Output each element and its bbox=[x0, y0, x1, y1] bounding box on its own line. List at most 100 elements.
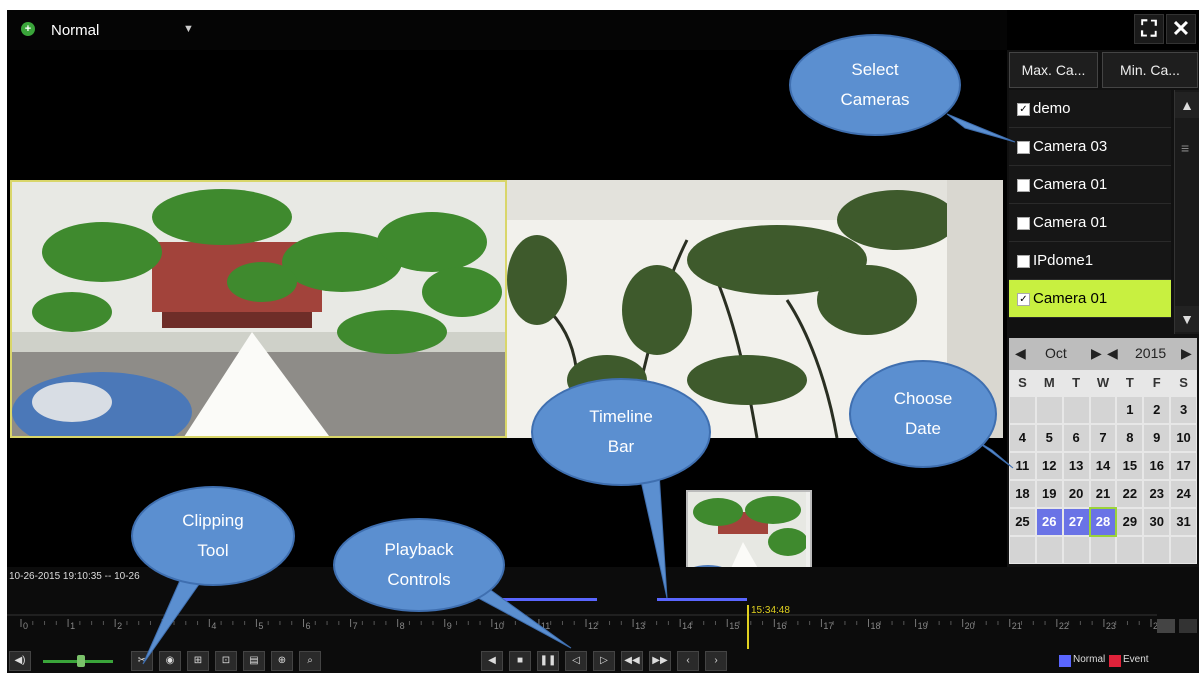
scroll-up-icon[interactable]: ▲ bbox=[1175, 92, 1199, 118]
camera-row[interactable]: Camera 03 bbox=[1009, 128, 1171, 166]
step-back-icon[interactable]: ◁ bbox=[565, 651, 587, 671]
fullscreen-icon[interactable]: ⛶ bbox=[1134, 14, 1164, 44]
volume-icon[interactable]: ◀) bbox=[9, 651, 31, 671]
hour-label: 19 bbox=[918, 621, 928, 631]
callout-timeline-bar: Timeline Bar bbox=[531, 378, 711, 486]
calendar-day[interactable]: 27 bbox=[1063, 509, 1089, 535]
pause-icon[interactable]: ❚❚ bbox=[537, 651, 559, 671]
hour-label: 9 bbox=[447, 621, 452, 631]
calendar-day[interactable]: 30 bbox=[1144, 509, 1170, 535]
next-month-icon[interactable]: ▶ bbox=[1091, 345, 1102, 362]
calendar-day[interactable]: 29 bbox=[1117, 509, 1143, 535]
min-cameras-button[interactable]: Min. Ca... bbox=[1102, 52, 1198, 88]
calendar-day[interactable]: 4 bbox=[1010, 425, 1035, 451]
video-tile-1[interactable] bbox=[10, 180, 507, 438]
prev-year-icon[interactable]: ◀ bbox=[1107, 345, 1118, 362]
next-year-icon[interactable]: ▶ bbox=[1181, 345, 1192, 362]
calendar-day[interactable]: 17 bbox=[1171, 453, 1196, 479]
scroll-handle-icon[interactable]: ≡ bbox=[1181, 140, 1193, 156]
volume-handle[interactable] bbox=[77, 655, 85, 667]
calendar-day[interactable]: 11 bbox=[1010, 453, 1035, 479]
calendar-day[interactable]: 22 bbox=[1117, 481, 1143, 507]
hour-label: 21 bbox=[1012, 621, 1022, 631]
calendar-day[interactable]: 28 bbox=[1088, 507, 1118, 537]
checkbox-icon[interactable] bbox=[1017, 178, 1030, 192]
recording-segment bbox=[657, 598, 747, 601]
calendar-day[interactable]: 6 bbox=[1063, 425, 1089, 451]
checkbox-icon[interactable] bbox=[1017, 254, 1030, 268]
calendar-day[interactable]: 9 bbox=[1144, 425, 1170, 451]
search-icon[interactable]: ⌕ bbox=[299, 651, 321, 671]
zoom-out-icon[interactable] bbox=[1179, 619, 1197, 633]
calendar-day[interactable]: 26 bbox=[1036, 509, 1062, 535]
camera-label: Camera 03 bbox=[1033, 138, 1108, 155]
calendar-day[interactable]: 2 bbox=[1144, 397, 1170, 423]
calendar-day[interactable]: 15 bbox=[1117, 453, 1143, 479]
digital-zoom-icon[interactable]: ⊕ bbox=[271, 651, 293, 671]
camera-row[interactable]: ✓ demo bbox=[1009, 90, 1171, 128]
checkbox-icon[interactable] bbox=[1017, 216, 1030, 230]
mode-add-icon[interactable]: + bbox=[21, 22, 35, 36]
calendar-day[interactable]: 25 bbox=[1010, 509, 1035, 535]
calendar-day[interactable]: 10 bbox=[1171, 425, 1196, 451]
prev-day-icon[interactable]: ‹ bbox=[677, 651, 699, 671]
calendar-day[interactable]: 19 bbox=[1036, 481, 1062, 507]
chevron-down-icon[interactable]: ▼ bbox=[183, 23, 194, 35]
calendar-day[interactable]: 7 bbox=[1090, 425, 1116, 451]
weekday-label: S bbox=[1018, 375, 1027, 390]
reverse-play-icon[interactable]: ◀ bbox=[481, 651, 503, 671]
file-icon[interactable]: ▤ bbox=[243, 651, 265, 671]
scissors-icon[interactable]: ✂ bbox=[131, 651, 153, 671]
tag-icon[interactable]: ⊞ bbox=[187, 651, 209, 671]
fast-icon[interactable]: ▶▶ bbox=[649, 651, 671, 671]
prev-month-icon[interactable]: ◀ bbox=[1015, 345, 1026, 362]
scroll-down-icon[interactable]: ▼ bbox=[1175, 306, 1199, 332]
step-forward-icon[interactable]: ▷ bbox=[593, 651, 615, 671]
calendar-day[interactable]: 8 bbox=[1117, 425, 1143, 451]
calendar-day[interactable]: 1 bbox=[1117, 397, 1143, 423]
calendar-empty-cell bbox=[1036, 537, 1062, 563]
hour-label: 24 bbox=[1153, 621, 1163, 631]
weekday-label: F bbox=[1152, 375, 1161, 390]
snapshot-icon[interactable]: ◉ bbox=[159, 651, 181, 671]
hour-label: 16 bbox=[776, 621, 786, 631]
next-day-icon[interactable]: › bbox=[705, 651, 727, 671]
lock-icon[interactable]: ⊡ bbox=[215, 651, 237, 671]
calendar-day[interactable]: 23 bbox=[1144, 481, 1170, 507]
callout-choose-date-text: Choose Date bbox=[893, 389, 953, 438]
weekday-label: S bbox=[1179, 375, 1188, 390]
calendar-day[interactable]: 5 bbox=[1036, 425, 1062, 451]
checkbox-checked-icon[interactable]: ✓ bbox=[1017, 102, 1030, 116]
calendar: ◀ Oct ▶ ◀ 2015 ▶ SMTWTFS 1 2 3 4 5 6 7 8 9 10 11 12… bbox=[1009, 338, 1197, 564]
checkbox-checked-icon[interactable]: ✓ bbox=[1017, 292, 1030, 306]
camera-row[interactable]: Camera 01 bbox=[1009, 204, 1171, 242]
calendar-day[interactable]: 14 bbox=[1090, 453, 1116, 479]
camera-list-scrollbar[interactable]: ▲ ≡ ▼ bbox=[1174, 90, 1199, 334]
close-icon[interactable]: ✕ bbox=[1166, 14, 1196, 44]
hour-label: 23 bbox=[1106, 621, 1116, 631]
calendar-day[interactable]: 31 bbox=[1171, 509, 1196, 535]
calendar-day[interactable]: 18 bbox=[1010, 481, 1035, 507]
mode-select[interactable]: Normal bbox=[51, 22, 99, 39]
hour-label: 3 bbox=[164, 621, 169, 631]
camera-row[interactable]: IPdome1 bbox=[1009, 242, 1171, 280]
callout-playback-controls-text: Playback Controls bbox=[384, 540, 454, 589]
calendar-day[interactable]: 13 bbox=[1063, 453, 1089, 479]
timeline-time-range: 10-26-2015 19:10:35 -- 10-26 bbox=[9, 571, 140, 582]
camera-row[interactable]: ✓ Camera 01 bbox=[1009, 280, 1171, 318]
slow-icon[interactable]: ◀◀ bbox=[621, 651, 643, 671]
cursor-time: 15:34:48 bbox=[751, 605, 790, 616]
checkbox-icon[interactable] bbox=[1017, 140, 1030, 154]
camera-row[interactable]: Camera 01 bbox=[1009, 166, 1171, 204]
calendar-day[interactable]: 12 bbox=[1036, 453, 1062, 479]
max-cameras-button[interactable]: Max. Ca... bbox=[1009, 52, 1098, 88]
calendar-day[interactable]: 20 bbox=[1063, 481, 1089, 507]
stop-icon[interactable]: ■ bbox=[509, 651, 531, 671]
calendar-day[interactable]: 3 bbox=[1171, 397, 1196, 423]
calendar-empty-cell bbox=[1144, 537, 1170, 563]
calendar-day[interactable]: 16 bbox=[1144, 453, 1170, 479]
calendar-day[interactable]: 21 bbox=[1090, 481, 1116, 507]
calendar-day[interactable]: 24 bbox=[1171, 481, 1196, 507]
zoom-in-icon[interactable] bbox=[1157, 619, 1175, 633]
hour-label: 2 bbox=[117, 621, 122, 631]
